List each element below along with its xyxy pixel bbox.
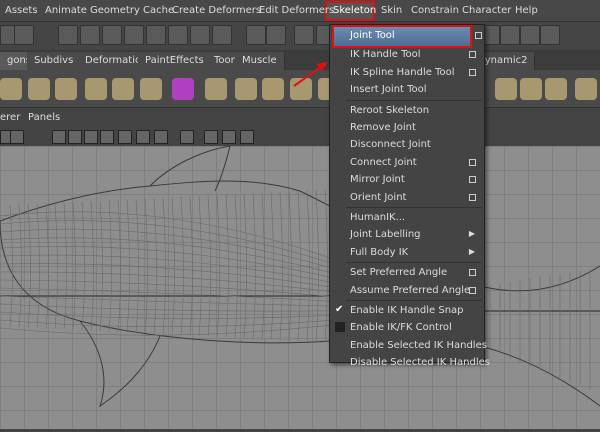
menu-item-assume-preferred-angle[interactable]: Assume Preferred Angle [330, 282, 484, 299]
menu-item-full-body-ik[interactable]: Full Body IK ▶ [330, 244, 484, 261]
menu-separator [346, 99, 482, 101]
menu-item-label: Orient Joint [350, 191, 407, 203]
viewport[interactable] [0, 145, 600, 429]
menu-item-remove-joint[interactable]: Remove Joint [330, 119, 484, 136]
menu-item-label: IK Spline Handle Tool [350, 66, 455, 78]
menu-item-joint-labelling[interactable]: Joint Labelling ▶ [330, 226, 484, 243]
menu-item-label: Full Body IK [350, 246, 409, 258]
option-box-icon[interactable] [469, 193, 476, 201]
menu-item-label: Disable Selected IK Handles [350, 357, 490, 369]
menu-item-set-preferred-angle[interactable]: Set Preferred Angle [330, 264, 484, 281]
menu-separator [346, 207, 482, 208]
menu-item-reroot-skeleton[interactable]: Reroot Skeleton [330, 102, 484, 119]
menu-item-label: Enable Selected IK Handles [350, 339, 487, 351]
menu-item-enable-selected-ik-handles[interactable]: Enable Selected IK Handles [330, 337, 487, 354]
option-box-icon[interactable] [469, 158, 476, 166]
menu-item-enable-ik-handle-snap[interactable]: Enable IK Handle Snap ✔ [330, 302, 484, 319]
menu-item-label: Reroot Skeleton [350, 104, 430, 116]
option-box-icon[interactable] [469, 269, 476, 277]
menu-item-orient-joint[interactable]: Orient Joint [330, 189, 484, 206]
menu-item-disconnect-joint[interactable]: Disconnect Joint [330, 136, 484, 153]
menu-item-label: Remove Joint [350, 122, 416, 133]
option-box-icon[interactable] [475, 32, 482, 39]
menu-item-label: IK Handle Tool [350, 49, 421, 61]
menu-item-ik-handle-tool[interactable]: IK Handle Tool [330, 46, 484, 63]
menu-item-disable-selected-ik-handles[interactable]: Disable Selected IK Handles [330, 354, 490, 371]
menu-item-label: Set Preferred Angle [350, 267, 448, 279]
option-box-icon[interactable] [469, 176, 476, 184]
menu-item-label: Connect Joint [350, 156, 417, 168]
menu-item-label: Joint Labelling [350, 229, 421, 241]
menu-item-label: Enable IK Handle Snap [350, 305, 464, 316]
menu-item-joint-tool[interactable]: Joint Tool [332, 25, 482, 48]
submenu-arrow-icon: ▶ [468, 229, 475, 239]
checkbox-empty-icon[interactable] [335, 322, 345, 333]
menu-item-label: Assume Preferred Angle [350, 284, 471, 296]
option-box-icon[interactable] [469, 286, 476, 294]
menu-item-label: Disconnect Joint [350, 139, 431, 151]
menu-item-humanik[interactable]: HumanIK... [330, 209, 484, 226]
menu-item-enable-ik-fk-control[interactable]: Enable IK/FK Control [330, 319, 484, 336]
option-box-icon[interactable] [469, 51, 476, 59]
option-box-icon[interactable] [469, 68, 476, 76]
skeleton-dropdown-menu: Joint Tool IK Handle Tool IK Spline Handle… [329, 24, 490, 368]
menu-item-label: HumanIK... [350, 212, 406, 223]
menu-separator [346, 300, 482, 301]
menu-item-label: Joint Tool [350, 30, 395, 41]
menu-item-label: Enable IK/FK Control [350, 322, 452, 334]
submenu-arrow-icon: ▶ [468, 246, 475, 256]
menu-item-label: Mirror Joint [350, 174, 405, 186]
shark-wireframe [0, 145, 600, 408]
red-arrow-annotation [293, 62, 328, 87]
menu-item-connect-joint[interactable]: Connect Joint [330, 154, 484, 171]
menu-item-ik-spline-handle-tool[interactable]: IK Spline Handle Tool [330, 64, 484, 81]
menu-item-insert-joint-tool[interactable]: Insert Joint Tool [330, 81, 484, 98]
menu-item-mirror-joint[interactable]: Mirror Joint [330, 171, 484, 188]
menu-item-label: Insert Joint Tool [350, 84, 427, 96]
checkmark-icon[interactable]: ✔ [335, 304, 343, 315]
menu-separator [346, 262, 482, 264]
